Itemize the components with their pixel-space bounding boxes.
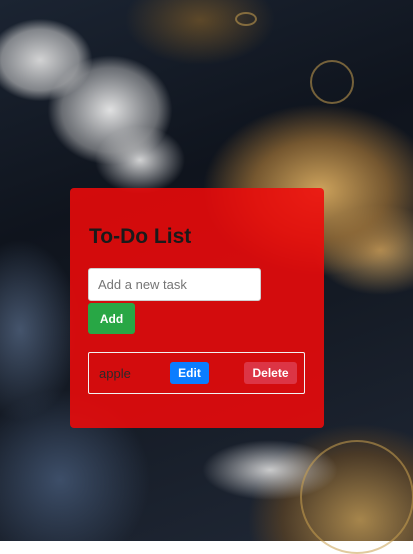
background-ornament (235, 12, 257, 26)
background-ornament (310, 60, 354, 104)
todo-card: To-Do List Add apple Edit Delete (70, 188, 324, 428)
background-ornament (300, 440, 413, 554)
page-title: To-Do List (89, 225, 192, 248)
new-task-input[interactable] (88, 268, 261, 301)
delete-task-button[interactable]: Delete (244, 362, 297, 384)
edit-task-button[interactable]: Edit (170, 362, 209, 384)
task-text: apple (99, 366, 131, 381)
task-item: apple Edit Delete (88, 352, 305, 394)
add-task-button[interactable]: Add (88, 303, 135, 334)
